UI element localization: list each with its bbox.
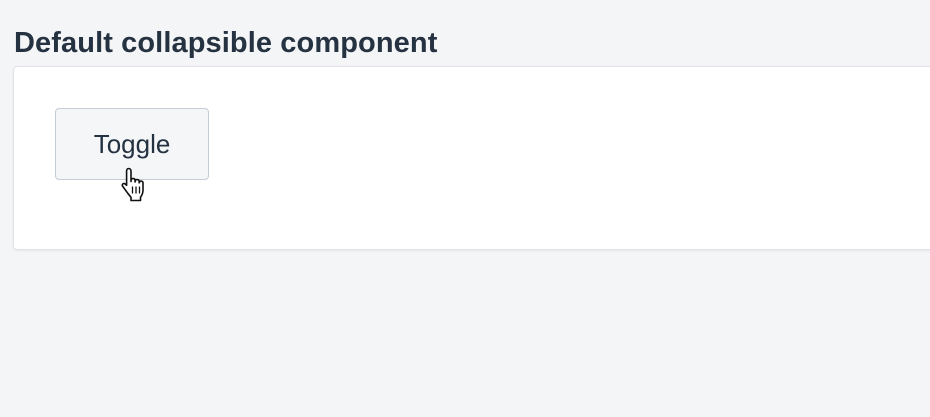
section-title: Default collapsible component — [14, 27, 438, 59]
page: Default collapsible component Toggle — [0, 0, 930, 417]
collapsible-card: Toggle — [13, 66, 930, 250]
toggle-button[interactable]: Toggle — [55, 108, 209, 180]
